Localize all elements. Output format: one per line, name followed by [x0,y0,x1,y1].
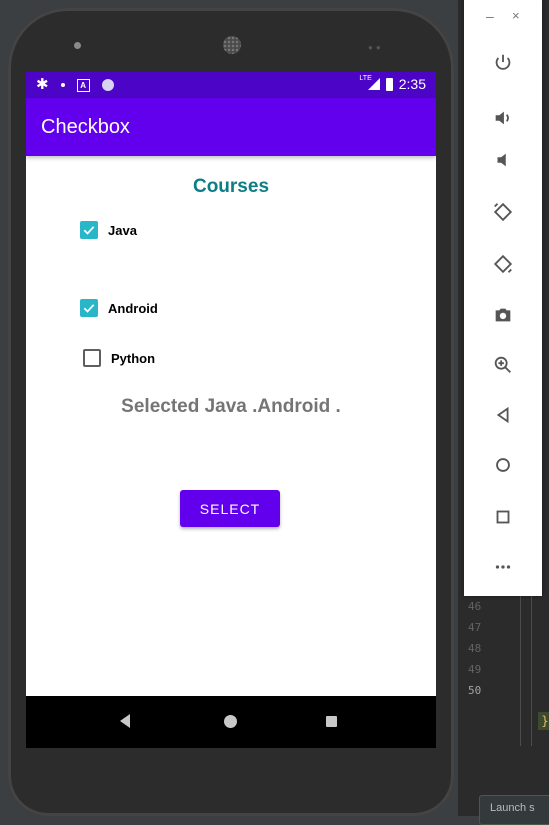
checkbox-android-row[interactable]: Android [80,299,158,317]
line-numbers: 46 47 48 49 50 [468,596,498,701]
zoom-icon [494,356,511,373]
camera-dots: ●● [368,43,384,52]
line-number: 47 [468,621,482,634]
selected-courses-text: Selected Java .Android . [121,396,341,417]
dot-icon [60,83,65,87]
rotate-left-button[interactable] [488,197,518,227]
zoom-button[interactable] [488,350,518,380]
overview-icon [496,510,510,524]
volume-up-button[interactable] [488,103,518,133]
line-number-active: 50 [468,684,482,697]
toolbar-window-controls: – × [464,8,542,28]
power-button[interactable] [488,48,518,78]
sensor-icon [74,42,81,49]
volume-down-icon [497,153,506,167]
line-number: 48 [468,642,482,655]
checkbox-android-label: Android [108,300,158,316]
back-icon [496,406,509,424]
status-icons-left: ✱ A [36,76,114,94]
checkmark-icon [83,304,95,313]
circle-notification-icon [101,79,114,91]
nav-back-icon[interactable] [120,714,130,728]
volume-down-button[interactable] [488,145,518,175]
checkbox-python-label: Python [111,350,156,366]
status-icons-right: LTE 2:35 [359,75,426,93]
status-time: 2:35 [398,76,426,92]
checkbox-java[interactable] [80,221,98,239]
status-bar: ✱ A LTE 2:35 [26,72,436,98]
line-number: 49 [468,663,482,676]
back-button[interactable] [488,400,518,430]
checkbox-java-row[interactable]: Java [80,221,137,239]
settings-gear-icon: ✱ [36,76,49,93]
emulator-toolbar: – × [464,0,542,596]
fold-guide [531,596,532,746]
checkbox-python-row[interactable]: Python [83,349,155,367]
select-button[interactable]: SELECT [180,490,280,527]
screenshot-button[interactable] [488,300,518,330]
line-number: 46 [468,600,482,613]
phone-top-bezel: ●● [8,8,454,72]
rotate-left-icon [493,202,513,222]
fold-guide [520,596,521,746]
a-notification-icon: A [76,78,90,92]
signal-icon [367,78,380,90]
volume-up-icon [495,111,509,125]
app-title: Checkbox [41,116,130,138]
camera-icon [495,308,511,322]
checkbox-java-label: Java [108,222,137,238]
nav-recents-icon[interactable] [326,716,337,727]
power-icon [495,54,511,70]
speaker-grille [223,36,241,54]
overview-button[interactable] [488,502,518,532]
launch-notification[interactable]: Launch s [479,795,549,825]
phone-frame: ●● ✱ A LTE 2:35 Checkbox Courses Java An… [8,8,454,816]
app-bar: Checkbox [26,98,436,156]
more-button[interactable] [488,552,518,582]
nav-home-icon[interactable] [224,715,237,728]
home-button[interactable] [488,450,518,480]
rotate-right-button[interactable] [488,249,518,279]
nav-bar [26,696,436,748]
minimize-button[interactable]: – [486,8,494,24]
courses-heading: Courses [192,176,270,197]
battery-icon [385,77,393,91]
checkmark-icon [83,226,95,235]
device-screen: ✱ A LTE 2:35 Checkbox Courses Java Andro… [26,72,436,748]
rotate-right-icon [493,254,513,274]
home-icon [496,458,510,472]
checkbox-python[interactable] [83,349,101,367]
more-icon [495,565,511,569]
checkbox-android[interactable] [80,299,98,317]
main-content: Courses Java Android Python Selected Jav… [26,156,436,696]
close-button[interactable]: × [512,8,520,23]
code-brace[interactable]: } [538,712,549,730]
